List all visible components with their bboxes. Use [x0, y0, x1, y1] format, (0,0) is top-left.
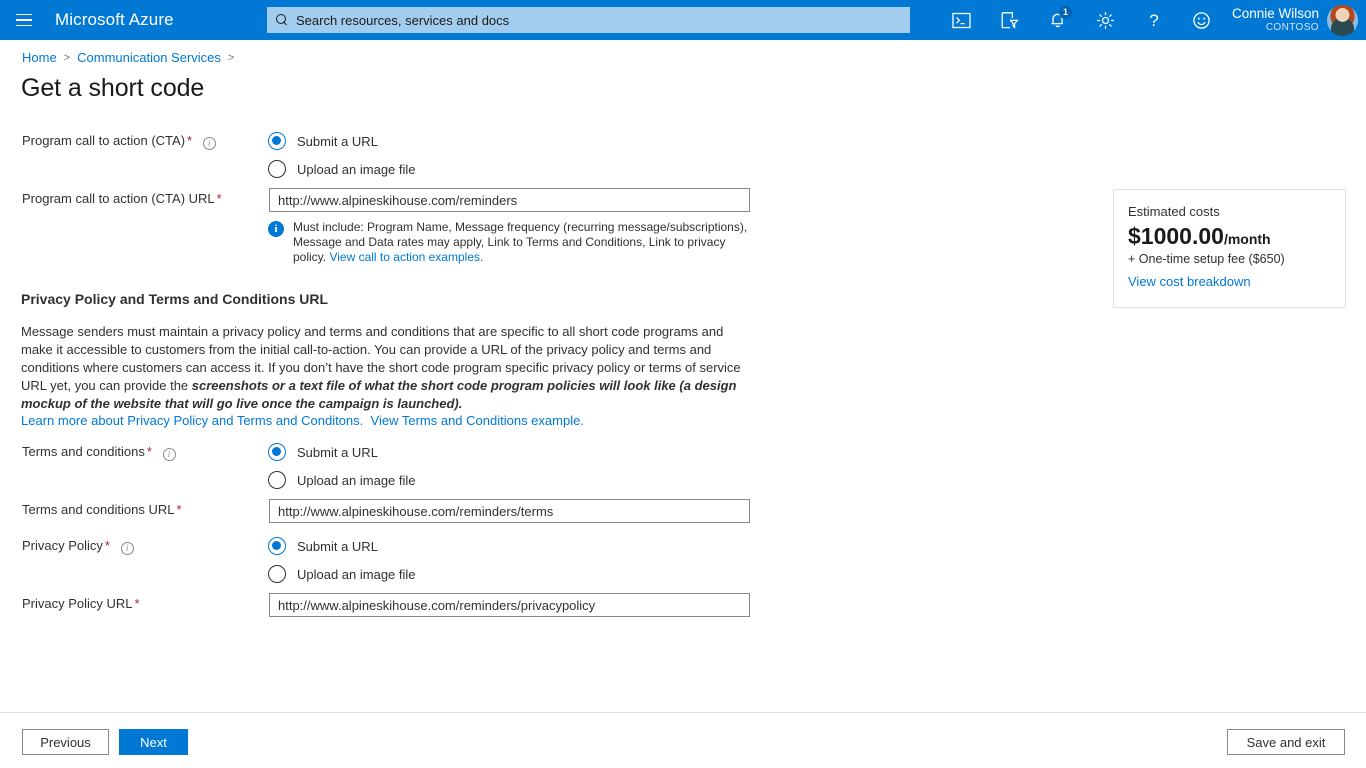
radio-selected-icon — [268, 537, 286, 555]
cta-required-mark: * — [187, 133, 192, 148]
view-call-to-action-examples-link[interactable]: View call to action examples. — [329, 250, 483, 264]
privacy-label-text: Privacy Policy — [22, 538, 103, 553]
estimated-costs-period: /month — [1224, 231, 1271, 247]
terms-url-label-text: Terms and conditions URL — [22, 502, 174, 517]
terms-url-label: Terms and conditions URL* — [22, 502, 182, 517]
cta-label-text: Program call to action (CTA) — [22, 133, 185, 148]
radio-selected-icon — [268, 132, 286, 150]
top-header-bar: Microsoft Azure Search resources, servic… — [0, 0, 1366, 40]
save-and-exit-button[interactable]: Save and exit — [1227, 729, 1345, 755]
cta-url-label: Program call to action (CTA) URL* — [22, 191, 222, 206]
privacy-radio-upload-image-label: Upload an image file — [297, 567, 416, 582]
radio-unselected-icon — [268, 565, 286, 583]
previous-button[interactable]: Previous — [22, 729, 109, 755]
cta-url-input[interactable] — [269, 188, 750, 212]
cta-field-label: Program call to action (CTA)* i — [22, 133, 216, 150]
radio-unselected-icon — [268, 471, 286, 489]
breadcrumb-separator-icon: > — [228, 52, 234, 64]
info-icon[interactable]: i — [203, 137, 216, 150]
page-title: Get a short code — [21, 74, 204, 103]
estimated-costs-setup-fee: + One-time setup fee ($650) — [1128, 252, 1329, 266]
breadcrumb-separator-icon: > — [64, 52, 70, 64]
privacy-url-label-text: Privacy Policy URL — [22, 596, 133, 611]
privacy-url-label: Privacy Policy URL* — [22, 596, 140, 611]
hamburger-line — [16, 19, 32, 21]
cta-url-label-text: Program call to action (CTA) URL — [22, 191, 215, 206]
radio-unselected-icon — [268, 160, 286, 178]
azure-brand-title[interactable]: Microsoft Azure — [55, 10, 174, 30]
cta-radio-upload-image[interactable]: Upload an image file — [268, 155, 416, 183]
cta-radio-submit-url[interactable]: Submit a URL — [268, 127, 416, 155]
terms-radio-submit-url-label: Submit a URL — [297, 445, 378, 460]
learn-more-privacy-policy-link[interactable]: Learn more about Privacy Policy and Term… — [21, 413, 363, 428]
search-placeholder-text: Search resources, services and docs — [296, 14, 509, 27]
estimated-costs-amount-row: $1000.00/month — [1128, 224, 1329, 248]
header-icon-group: 1 ? — [938, 0, 1366, 40]
breadcrumb-item-communication-services[interactable]: Communication Services — [77, 50, 221, 65]
terms-label-text: Terms and conditions — [22, 444, 145, 459]
breadcrumb: Home > Communication Services > — [22, 50, 234, 65]
footer-divider — [0, 712, 1366, 713]
privacy-url-input[interactable] — [269, 593, 750, 617]
next-button[interactable]: Next — [119, 729, 188, 755]
feedback-smiley-icon[interactable] — [1178, 0, 1226, 40]
terms-radio-submit-url[interactable]: Submit a URL — [268, 438, 416, 466]
privacy-required-mark: * — [105, 538, 110, 553]
privacy-radio-group: Submit a URL Upload an image file — [268, 532, 416, 588]
estimated-costs-amount: $1000.00 — [1128, 223, 1224, 249]
view-terms-conditions-example-link[interactable]: View Terms and Conditions example. — [371, 413, 584, 428]
svg-text:?: ? — [1149, 11, 1158, 30]
radio-selected-icon — [268, 443, 286, 461]
info-icon[interactable]: i — [121, 542, 134, 555]
terms-url-input[interactable] — [269, 499, 750, 523]
terms-radio-group: Submit a URL Upload an image file — [268, 438, 416, 494]
terms-field-label: Terms and conditions* i — [22, 444, 176, 461]
cta-callout-text-block: Must include: Program Name, Message freq… — [293, 220, 753, 265]
view-cost-breakdown-link[interactable]: View cost breakdown — [1128, 274, 1251, 289]
terms-radio-upload-image-label: Upload an image file — [297, 473, 416, 488]
info-icon[interactable]: i — [163, 448, 176, 461]
cta-radio-upload-image-label: Upload an image file — [297, 162, 416, 177]
cta-url-required-mark: * — [217, 191, 222, 206]
privacy-section-heading: Privacy Policy and Terms and Conditions … — [21, 291, 328, 307]
privacy-radio-submit-url[interactable]: Submit a URL — [268, 532, 416, 560]
terms-radio-upload-image[interactable]: Upload an image file — [268, 466, 416, 494]
privacy-section-paragraph: Message senders must maintain a privacy … — [21, 323, 743, 413]
estimated-costs-card: Estimated costs $1000.00/month + One-tim… — [1113, 189, 1346, 308]
notification-count-badge: 1 — [1059, 6, 1072, 19]
cta-radio-group: Submit a URL Upload an image file — [268, 127, 416, 183]
privacy-radio-submit-url-label: Submit a URL — [297, 539, 378, 554]
settings-gear-icon[interactable] — [1082, 0, 1130, 40]
info-circle-icon: i — [268, 221, 284, 237]
cloud-shell-icon[interactable] — [938, 0, 986, 40]
privacy-radio-upload-image[interactable]: Upload an image file — [268, 560, 416, 588]
hamburger-line — [16, 14, 32, 16]
global-search-box[interactable]: Search resources, services and docs — [267, 7, 910, 33]
terms-required-mark: * — [147, 444, 152, 459]
cta-info-callout: i Must include: Program Name, Message fr… — [268, 220, 753, 265]
breadcrumb-item-home[interactable]: Home — [22, 50, 57, 65]
directory-filter-icon[interactable] — [986, 0, 1034, 40]
estimated-costs-title: Estimated costs — [1128, 204, 1329, 219]
privacy-section-links: Learn more about Privacy Policy and Term… — [21, 412, 584, 429]
avatar[interactable] — [1327, 5, 1358, 36]
cta-radio-submit-url-label: Submit a URL — [297, 134, 378, 149]
notifications-bell-icon[interactable]: 1 — [1034, 0, 1082, 40]
privacy-url-required-mark: * — [135, 596, 140, 611]
hamburger-menu-icon[interactable] — [0, 0, 48, 40]
user-text-block: Connie Wilson CONTOSO — [1232, 6, 1319, 33]
search-icon — [276, 14, 289, 27]
hamburger-line — [16, 25, 32, 27]
privacy-field-label: Privacy Policy* i — [22, 538, 134, 555]
user-account-menu[interactable]: Connie Wilson CONTOSO — [1226, 0, 1366, 40]
terms-url-required-mark: * — [176, 502, 181, 517]
user-org: CONTOSO — [1232, 22, 1319, 34]
user-name: Connie Wilson — [1232, 6, 1319, 22]
help-question-icon[interactable]: ? — [1130, 0, 1178, 40]
